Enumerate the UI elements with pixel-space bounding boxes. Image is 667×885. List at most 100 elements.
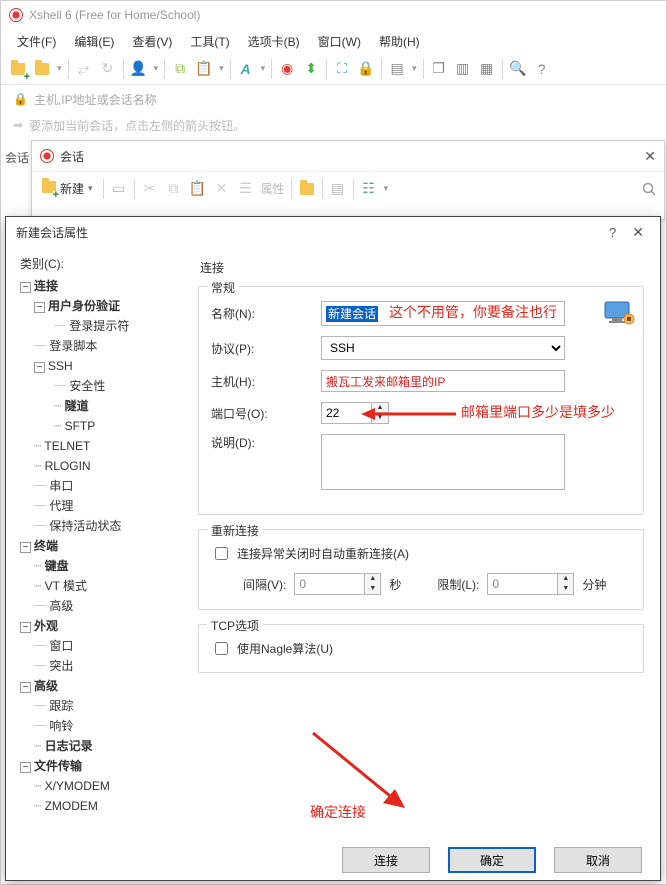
tile-v-icon[interactable]: ▦	[478, 60, 496, 78]
collapse-icon[interactable]: −	[20, 542, 31, 553]
auto-reconnect-input[interactable]	[215, 547, 228, 560]
spin-up-icon[interactable]: ▲	[365, 574, 380, 584]
copy-icon[interactable]: ⧉	[171, 60, 189, 78]
tree-keepalive[interactable]: 保持活动状态	[49, 519, 121, 533]
tree-filetransfer[interactable]: 文件传输	[34, 759, 82, 773]
address-placeholder[interactable]: 主机,IP地址或会话名称	[34, 91, 157, 108]
limit-input[interactable]	[487, 573, 557, 595]
port-input[interactable]	[321, 402, 371, 424]
menu-tabs[interactable]: 选项卡(B)	[240, 31, 308, 52]
tree-ssh[interactable]: SSH	[48, 359, 73, 373]
search-tb-icon[interactable]: 🔍	[509, 60, 527, 78]
nagle-checkbox[interactable]: 使用Nagle算法(U)	[211, 639, 333, 658]
tree-proxy[interactable]: 代理	[49, 499, 73, 513]
props-icon[interactable]: ☰	[237, 180, 255, 198]
open-folder-icon[interactable]	[298, 180, 316, 198]
protocol-select[interactable]: SSH	[321, 336, 565, 360]
tree-advanced-terminal[interactable]: 高级	[49, 599, 73, 613]
menu-view[interactable]: 查看(V)	[124, 31, 180, 52]
profile-icon[interactable]: 👤	[130, 60, 148, 78]
tree-vtmode[interactable]: VT 模式	[45, 579, 87, 593]
collapse-icon[interactable]: −	[20, 282, 31, 293]
tree-sftp[interactable]: SFTP	[65, 419, 96, 433]
cascade-icon[interactable]: ❐	[430, 60, 448, 78]
view-mode-icon[interactable]: ▤	[329, 180, 347, 198]
fullscreen-icon[interactable]: ⛶	[333, 60, 351, 78]
paste2-icon[interactable]: 📋	[189, 180, 207, 198]
delete-icon[interactable]: ✕	[213, 180, 231, 198]
tree-login-script[interactable]: 登录脚本	[49, 339, 97, 353]
tree-auth[interactable]: 用户身份验证	[48, 299, 120, 313]
connect-button[interactable]: 连接	[342, 847, 430, 873]
new-session-button[interactable]: + 新建 ▾	[38, 178, 97, 199]
collapse-icon[interactable]: −	[20, 762, 31, 773]
description-textarea[interactable]	[321, 434, 565, 490]
sessions-tab[interactable]: 会话	[5, 149, 29, 166]
spin-up-icon[interactable]: ▲	[372, 403, 388, 413]
sessions-generic-icon[interactable]: ▭	[110, 180, 128, 198]
spin-up-icon[interactable]: ▲	[558, 574, 573, 584]
tree-advanced[interactable]: 高级	[34, 679, 58, 693]
tree-keyboard[interactable]: 键盘	[45, 559, 69, 573]
tree-serial[interactable]: 串口	[49, 479, 73, 493]
menu-help[interactable]: 帮助(H)	[371, 31, 428, 52]
collapse-icon[interactable]: −	[20, 682, 31, 693]
lock-tb-icon[interactable]: 🔒	[357, 60, 375, 78]
search-icon[interactable]	[640, 180, 658, 198]
collapse-icon[interactable]: −	[34, 302, 45, 313]
help-icon[interactable]: ?	[599, 225, 626, 240]
tree-window[interactable]: 窗口	[49, 639, 73, 653]
reconnect-icon[interactable]: ↻	[99, 60, 117, 78]
tree-terminal[interactable]: 终端	[34, 539, 58, 553]
tree-rlogin[interactable]: RLOGIN	[45, 459, 91, 473]
tile-h-icon[interactable]: ▥	[454, 60, 472, 78]
tree-tunnel[interactable]: 隧道	[65, 399, 89, 413]
close-icon[interactable]: ✕	[644, 148, 656, 165]
paste-icon[interactable]: 📋	[195, 60, 213, 78]
interval-spinner[interactable]: ▲▼	[294, 573, 381, 595]
name-input[interactable]: 新建会话	[326, 306, 378, 322]
spin-down-icon[interactable]: ▼	[365, 584, 380, 594]
port-spinner[interactable]: ▲▼	[371, 402, 389, 424]
host-input[interactable]	[321, 370, 565, 392]
tree-connection[interactable]: 连接	[34, 279, 58, 293]
ok-button[interactable]: 确定	[448, 847, 536, 873]
tree-trace[interactable]: 跟踪	[49, 699, 73, 713]
collapse-icon[interactable]: −	[34, 362, 45, 373]
spin-down-icon[interactable]: ▼	[558, 584, 573, 594]
tree-appearance[interactable]: 外观	[34, 619, 58, 633]
tree-bell[interactable]: 响铃	[49, 719, 73, 733]
list-icon[interactable]: ☷	[360, 180, 378, 198]
new-tab-icon[interactable]: +	[9, 60, 27, 78]
menu-edit[interactable]: 编辑(E)	[66, 31, 122, 52]
collapse-icon[interactable]: −	[20, 622, 31, 633]
help-tb-icon[interactable]: ?	[533, 60, 551, 78]
tree-login-prompt[interactable]: 登录提示符	[69, 319, 129, 333]
tree-telnet[interactable]: TELNET	[44, 439, 90, 453]
interval-input[interactable]	[294, 573, 364, 595]
link-icon[interactable]: ⥂	[75, 60, 93, 78]
props-button-label[interactable]: 属性	[261, 180, 285, 197]
tile-icon[interactable]: ▤	[388, 60, 406, 78]
auto-reconnect-checkbox[interactable]: 连接异常关闭时自动重新连接(A)	[211, 544, 409, 563]
font-icon[interactable]: A	[237, 60, 255, 78]
limit-spinner[interactable]: ▲▼	[487, 573, 574, 595]
category-tree[interactable]: −连接 −用户身份验证 ┈ 登录提示符 ┈ 登录脚本 −SSH ┈ 安全性 ┈ …	[20, 276, 182, 816]
tree-xymodem[interactable]: X/YMODEM	[45, 779, 110, 793]
swirl-icon[interactable]: ◉	[278, 60, 296, 78]
close-icon[interactable]: ✕	[626, 224, 650, 241]
open-icon[interactable]	[33, 60, 51, 78]
cut-icon[interactable]: ✂	[141, 180, 159, 198]
menu-window[interactable]: 窗口(W)	[310, 31, 369, 52]
menu-file[interactable]: 文件(F)	[9, 31, 64, 52]
tree-security[interactable]: 安全性	[69, 379, 105, 393]
tree-zmodem[interactable]: ZMODEM	[45, 799, 98, 813]
menu-tools[interactable]: 工具(T)	[182, 31, 237, 52]
tree-highlight[interactable]: 突出	[49, 659, 73, 673]
nagle-input[interactable]	[215, 642, 228, 655]
copy2-icon[interactable]: ⧉	[165, 180, 183, 198]
cancel-button[interactable]: 取消	[554, 847, 642, 873]
transfer-icon[interactable]: ⬍	[302, 60, 320, 78]
spin-down-icon[interactable]: ▼	[372, 413, 388, 423]
tree-logging[interactable]: 日志记录	[45, 739, 93, 753]
